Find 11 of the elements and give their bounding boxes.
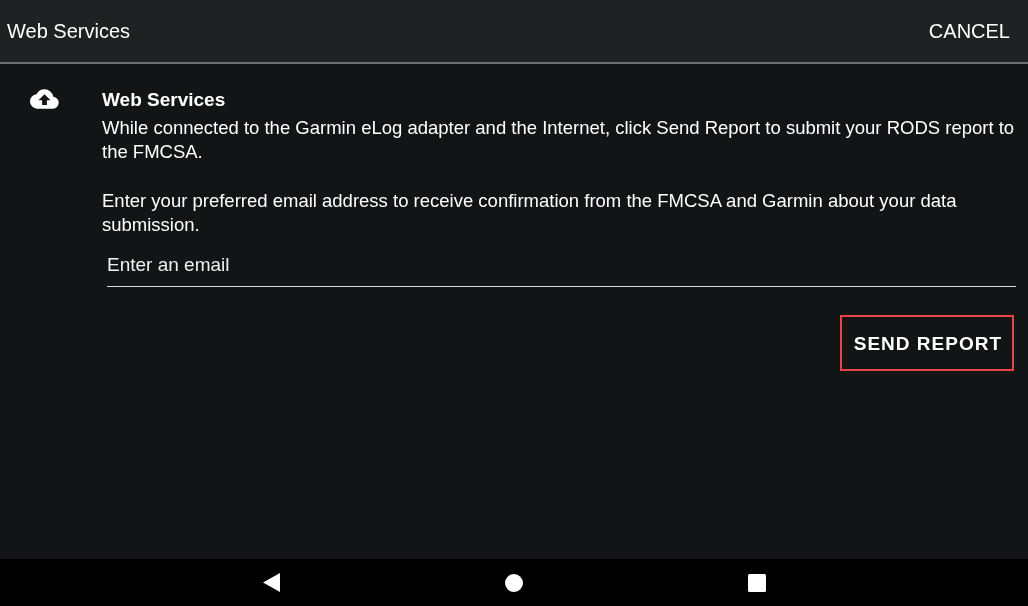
home-icon[interactable] xyxy=(504,573,523,592)
cancel-button[interactable]: CANCEL xyxy=(928,19,1010,43)
description-text: While connected to the Garmin eLog adapter and the Internet, click Send Report to submit your RODS report to the FMCSA. xyxy=(102,116,1016,164)
back-icon[interactable] xyxy=(262,573,280,592)
section-title: Web Services xyxy=(102,88,227,112)
description-text: Enter your preferred email address to receive confirmation from the FMCSA and Garmin about your data submission. xyxy=(102,189,958,237)
email-field[interactable]: Enter an email xyxy=(107,250,1016,287)
window-title: Web Services xyxy=(7,19,130,43)
recents-icon[interactable] xyxy=(747,573,766,592)
send-report-button[interactable]: SEND REPORT xyxy=(839,315,1014,371)
cloud-upload-icon xyxy=(30,89,59,109)
